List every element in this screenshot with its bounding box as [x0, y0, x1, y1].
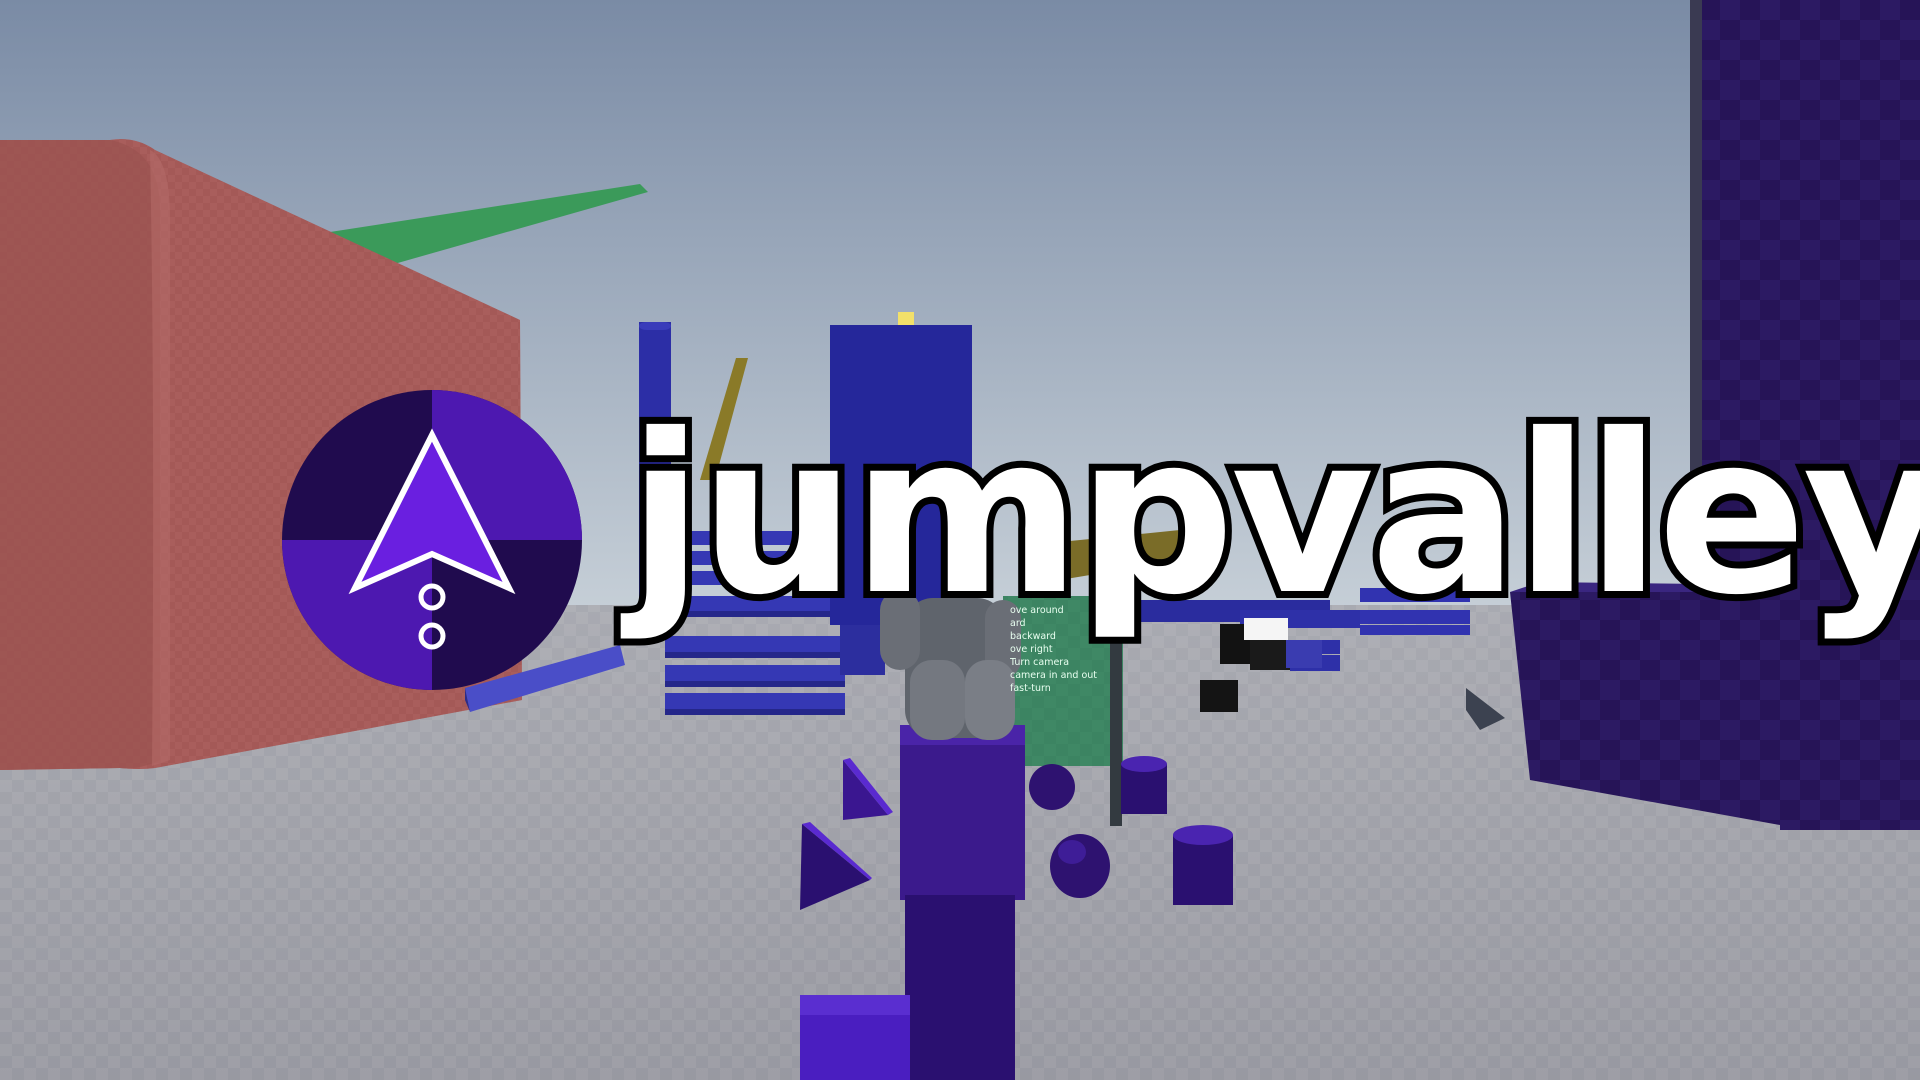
sign-line: Turn camera	[1010, 657, 1070, 668]
game-scene: ove around ard backward ove right Turn c…	[0, 0, 1920, 1080]
sign-line: camera in and out	[1010, 670, 1098, 681]
sign-line: fast-turn	[1010, 683, 1051, 694]
logo	[282, 390, 582, 690]
game-title: jumpvalley	[621, 380, 1920, 650]
